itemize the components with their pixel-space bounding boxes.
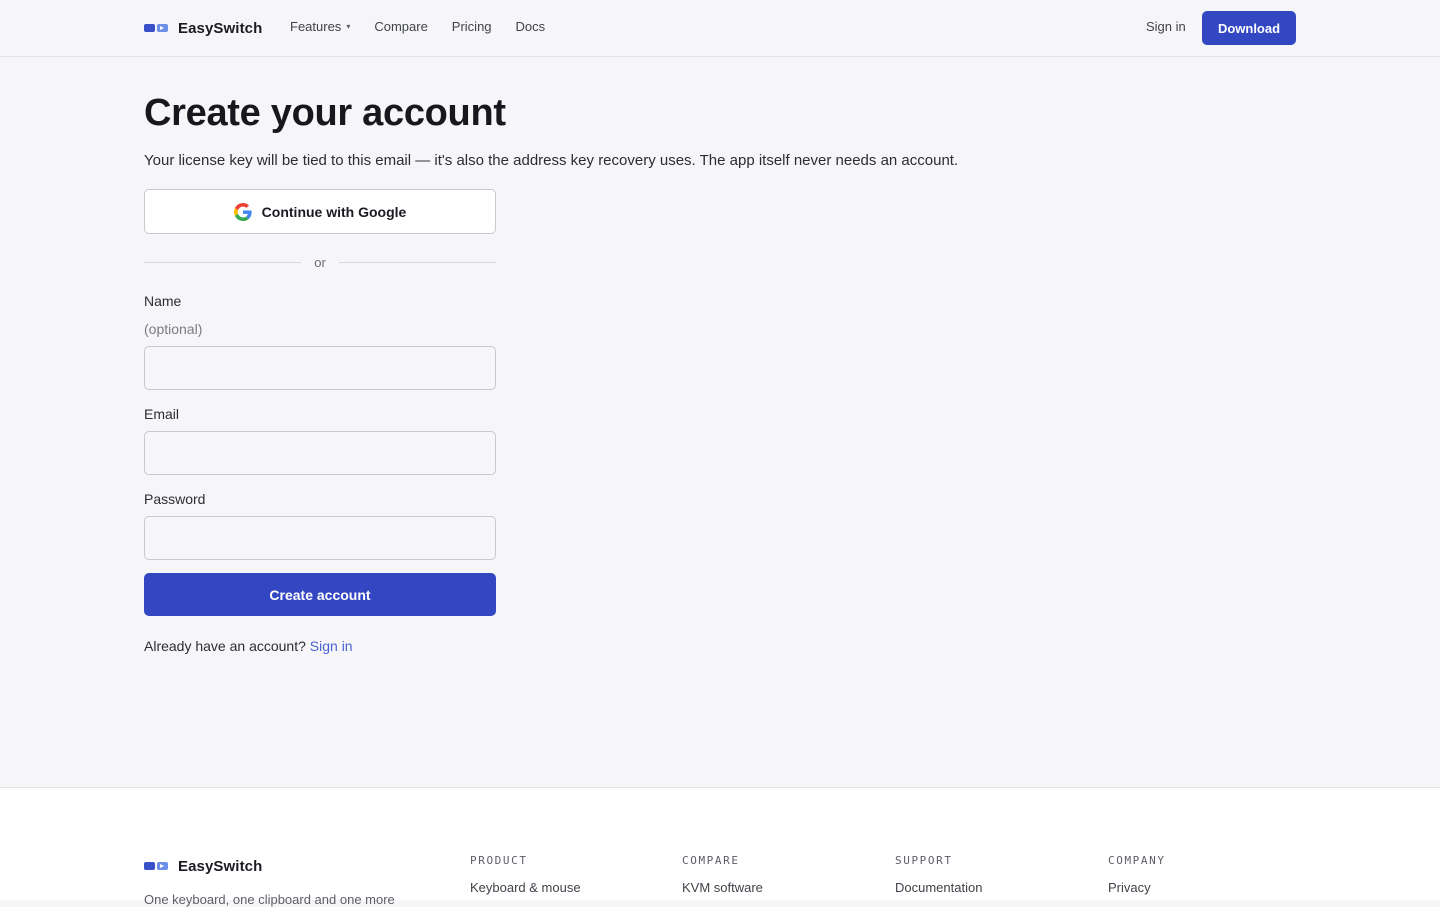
google-icon bbox=[233, 202, 252, 221]
or-divider: or bbox=[144, 252, 496, 272]
download-button[interactable]: Download bbox=[1202, 11, 1296, 45]
easyswitch-logo-icon bbox=[144, 22, 168, 34]
nav-item-compare[interactable]: Compare bbox=[374, 19, 427, 34]
already-have-account: Already have an account? Sign in bbox=[144, 638, 353, 654]
password-field[interactable] bbox=[144, 516, 496, 560]
divider-line-left bbox=[144, 261, 302, 263]
footer-heading-product: PRODUCT bbox=[470, 854, 528, 867]
header-sign-in-link[interactable]: Sign in bbox=[1146, 19, 1186, 34]
footer-link-keyboard-mouse[interactable]: Keyboard & mouse bbox=[470, 880, 581, 895]
nav-item-docs[interactable]: Docs bbox=[516, 19, 546, 34]
footer-link-kvm-software[interactable]: KVM software bbox=[682, 880, 763, 895]
continue-with-google-button[interactable]: Continue with Google bbox=[144, 189, 496, 234]
page-title: Create your account bbox=[144, 92, 506, 134]
divider-line-right bbox=[338, 261, 496, 263]
sign-in-link[interactable]: Sign in bbox=[310, 638, 353, 654]
name-label: Name bbox=[144, 293, 182, 309]
divider-or-text: or bbox=[314, 254, 326, 270]
create-account-button[interactable]: Create account bbox=[144, 573, 496, 616]
nav-item-features-label: Features bbox=[290, 19, 342, 34]
footer-link-documentation[interactable]: Documentation bbox=[895, 880, 982, 895]
brand-logo[interactable]: EasySwitch bbox=[144, 18, 262, 38]
footer-heading-support: SUPPORT bbox=[895, 854, 953, 867]
chevron-down-icon: ▾ bbox=[346, 22, 351, 31]
nav-item-pricing[interactable]: Pricing bbox=[452, 19, 492, 34]
footer-brand-logo[interactable]: EasySwitch bbox=[144, 856, 262, 876]
footer-link-privacy[interactable]: Privacy bbox=[1108, 880, 1166, 895]
email-label: Email bbox=[144, 406, 180, 422]
site-footer: EasySwitch One keyboard, one clipboard a… bbox=[0, 787, 1440, 907]
continue-with-google-label: Continue with Google bbox=[261, 203, 407, 220]
footer-column-support: SUPPORT Documentation bbox=[895, 854, 982, 895]
footer-heading-compare: COMPARE bbox=[682, 854, 740, 867]
email-field[interactable] bbox=[144, 431, 496, 475]
brand-name: EasySwitch bbox=[178, 19, 263, 37]
footer-column-company: COMPANY Privacy bbox=[1108, 854, 1166, 895]
name-field[interactable] bbox=[144, 346, 496, 390]
nav-item-features[interactable]: Features ▾ bbox=[290, 19, 350, 34]
footer-heading-company: COMPANY bbox=[1108, 854, 1166, 867]
password-label: Password bbox=[144, 491, 206, 507]
footer-brand-name: EasySwitch bbox=[178, 857, 263, 875]
already-have-account-text: Already have an account? bbox=[144, 638, 306, 654]
easyswitch-logo-icon bbox=[144, 860, 168, 872]
page-subtitle: Your license key will be tied to this em… bbox=[144, 152, 959, 169]
footer-column-product: PRODUCT Keyboard & mouse bbox=[470, 854, 581, 895]
name-optional-hint: (optional) bbox=[144, 321, 203, 337]
main-nav: Features ▾ Compare Pricing Docs bbox=[290, 19, 545, 34]
footer-column-compare: COMPARE KVM software bbox=[682, 854, 763, 895]
top-nav-bar: EasySwitch Features ▾ Compare Pricing Do… bbox=[0, 0, 1440, 57]
